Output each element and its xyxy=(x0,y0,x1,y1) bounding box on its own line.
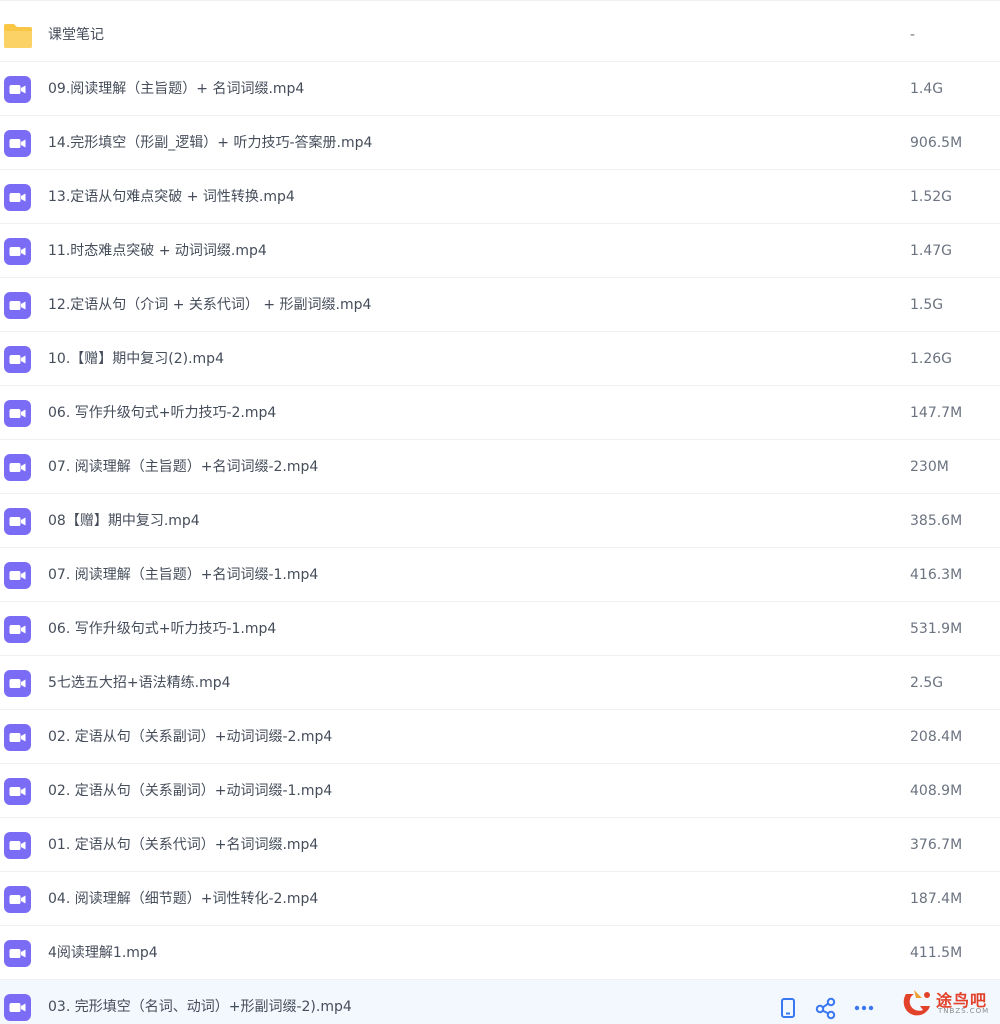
file-row[interactable]: 07. 阅读理解（主旨题）+名词词缀-2.mp4 230M xyxy=(0,440,1000,494)
file-row[interactable]: 07. 阅读理解（主旨题）+名词词缀-1.mp4 416.3M xyxy=(0,548,1000,602)
video-file-icon xyxy=(4,724,31,751)
file-row[interactable]: 03. 完形填空（名词、动词）+形副词缀-2).mp4 xyxy=(0,980,1000,1024)
file-name[interactable]: 02. 定语从句（关系副词）+动词词缀-2.mp4 xyxy=(48,710,332,764)
folder-icon xyxy=(2,22,32,49)
file-size: 1.26G xyxy=(910,351,953,367)
video-file-icon xyxy=(4,616,31,643)
file-row[interactable]: 01. 定语从句（关系代词）+名词词缀.mp4 376.7M xyxy=(0,818,1000,872)
file-size: 230M xyxy=(910,459,949,475)
video-file-icon xyxy=(4,346,31,373)
file-size: 1.52G xyxy=(910,189,953,205)
share-icon[interactable] xyxy=(814,996,838,1020)
file-row[interactable]: 06. 写作升级句式+听力技巧-1.mp4 531.9M xyxy=(0,602,1000,656)
file-name[interactable]: 03. 完形填空（名词、动词）+形副词缀-2).mp4 xyxy=(48,980,352,1024)
file-name[interactable]: 09.阅读理解（主旨题）+ 名词词缀.mp4 xyxy=(48,62,304,116)
video-file-icon xyxy=(4,76,31,103)
file-row[interactable]: 13.定语从句难点突破 + 词性转换.mp4 1.52G xyxy=(0,170,1000,224)
file-row[interactable]: 06. 写作升级句式+听力技巧-2.mp4 147.7M xyxy=(0,386,1000,440)
file-name[interactable]: 11.时态难点突破 + 动词词缀.mp4 xyxy=(48,224,267,278)
file-name[interactable]: 02. 定语从句（关系副词）+动词词缀-1.mp4 xyxy=(48,764,332,818)
file-size: 2.5G xyxy=(910,675,944,691)
file-row[interactable]: 12.定语从句（介词 + 关系代词） + 形副词缀.mp4 1.5G xyxy=(0,278,1000,332)
video-file-icon xyxy=(4,400,31,427)
file-row[interactable]: 11.时态难点突破 + 动词词缀.mp4 1.47G xyxy=(0,224,1000,278)
file-size: 906.5M xyxy=(910,135,963,151)
file-size: 416.3M xyxy=(910,567,963,583)
video-file-icon xyxy=(4,670,31,697)
file-name[interactable]: 01. 定语从句（关系代词）+名词词缀.mp4 xyxy=(48,818,318,872)
more-icon[interactable] xyxy=(852,996,876,1020)
file-size: 376.7M xyxy=(910,837,963,853)
file-size: 385.6M xyxy=(910,513,963,529)
file-size: 408.9M xyxy=(910,783,963,799)
file-row[interactable]: 14.完形填空（形副_逻辑）+ 听力技巧-答案册.mp4 906.5M xyxy=(0,116,1000,170)
video-file-icon xyxy=(4,454,31,481)
video-file-icon xyxy=(4,238,31,265)
file-row[interactable]: 02. 定语从句（关系副词）+动词词缀-2.mp4 208.4M xyxy=(0,710,1000,764)
watermark-subtext: TNBZS.COM xyxy=(938,1007,990,1015)
file-size: 147.7M xyxy=(910,405,963,421)
file-name[interactable]: 10.【赠】期中复习(2).mp4 xyxy=(48,332,224,386)
file-size: 1.4G xyxy=(910,81,944,97)
video-file-icon xyxy=(4,130,31,157)
video-file-icon xyxy=(4,508,31,535)
file-size: 531.9M xyxy=(910,621,963,637)
file-name[interactable]: 07. 阅读理解（主旨题）+名词词缀-2.mp4 xyxy=(48,440,318,494)
file-name[interactable]: 14.完形填空（形副_逻辑）+ 听力技巧-答案册.mp4 xyxy=(48,116,372,170)
file-list: 课堂笔记 - 09.阅读理解（主旨题）+ 名词词缀.mp4 1.4G 14.完形填空（形… xyxy=(0,0,1000,1024)
file-size: 1.5G xyxy=(910,297,944,313)
file-name[interactable]: 07. 阅读理解（主旨题）+名词词缀-1.mp4 xyxy=(48,548,318,602)
video-file-icon xyxy=(4,292,31,319)
file-size: 1.47G xyxy=(910,243,953,259)
file-row[interactable]: 4阅读理解1.mp4 411.5M xyxy=(0,926,1000,980)
phone-icon[interactable] xyxy=(776,996,800,1020)
video-file-icon xyxy=(4,832,31,859)
file-row[interactable]: 02. 定语从句（关系副词）+动词词缀-1.mp4 408.9M xyxy=(0,764,1000,818)
file-name[interactable]: 13.定语从句难点突破 + 词性转换.mp4 xyxy=(48,170,295,224)
video-file-icon xyxy=(4,562,31,589)
file-row[interactable]: 08【赠】期中复习.mp4 385.6M xyxy=(0,494,1000,548)
file-size: 187.4M xyxy=(910,891,963,907)
watermark-logo: 途鸟吧 TNBZS.COM xyxy=(900,986,996,1020)
file-size: 208.4M xyxy=(910,729,963,745)
file-row[interactable]: 04. 阅读理解（细节题）+词性转化-2.mp4 187.4M xyxy=(0,872,1000,926)
video-file-icon xyxy=(4,994,31,1021)
file-row[interactable]: 09.阅读理解（主旨题）+ 名词词缀.mp4 1.4G xyxy=(0,62,1000,116)
video-file-icon xyxy=(4,184,31,211)
file-name[interactable]: 12.定语从句（介词 + 关系代词） + 形副词缀.mp4 xyxy=(48,278,371,332)
file-name[interactable]: 08【赠】期中复习.mp4 xyxy=(48,494,200,548)
video-file-icon xyxy=(4,886,31,913)
file-row[interactable]: 10.【赠】期中复习(2).mp4 1.26G xyxy=(0,332,1000,386)
folder-row[interactable]: 课堂笔记 - xyxy=(0,8,1000,62)
file-name[interactable]: 04. 阅读理解（细节题）+词性转化-2.mp4 xyxy=(48,872,318,926)
file-size: 411.5M xyxy=(910,945,963,961)
video-file-icon xyxy=(4,940,31,967)
file-name[interactable]: 06. 写作升级句式+听力技巧-2.mp4 xyxy=(48,386,276,440)
file-name[interactable]: 4阅读理解1.mp4 xyxy=(48,926,158,980)
file-name[interactable]: 5七选五大招+语法精练.mp4 xyxy=(48,656,231,710)
file-name[interactable]: 06. 写作升级句式+听力技巧-1.mp4 xyxy=(48,602,276,656)
file-size: - xyxy=(910,27,916,43)
file-row[interactable]: 5七选五大招+语法精练.mp4 2.5G xyxy=(0,656,1000,710)
file-name[interactable]: 课堂笔记 xyxy=(48,8,104,62)
video-file-icon xyxy=(4,778,31,805)
tuniaoba-logo-icon xyxy=(903,990,930,1016)
